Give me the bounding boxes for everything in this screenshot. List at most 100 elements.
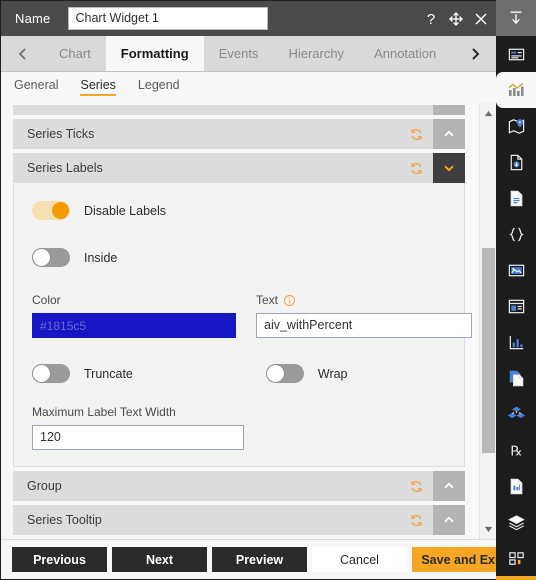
widget-properties-dialog: Name Chart Widget 1 ? Chart Formatting E… [0, 0, 536, 580]
max-label-width-label: Maximum Label Text Width [32, 405, 176, 419]
cubes-icon[interactable] [496, 396, 536, 432]
text-label-row: Text [256, 293, 472, 307]
disable-labels-toggle[interactable] [32, 201, 70, 220]
series-labels-body: Disable Labels Inside Color #1815c5 Text… [13, 183, 472, 467]
layers-icon[interactable] [496, 504, 536, 540]
truncate-wrap-row: Truncate Wrap [32, 364, 446, 383]
close-icon[interactable] [473, 11, 489, 27]
map-icon[interactable] [496, 108, 536, 144]
color-field-group: Color #1815c5 [32, 293, 236, 338]
subtab-general[interactable]: General [14, 78, 58, 95]
section-series-ticks[interactable]: Series Ticks [13, 119, 465, 149]
report-document-icon[interactable] [496, 468, 536, 504]
refresh-icon[interactable] [399, 153, 433, 183]
section-toggle-partial[interactable] [433, 105, 465, 115]
refresh-icon[interactable] [399, 505, 433, 535]
scrollbar-thumb[interactable] [481, 248, 495, 453]
widget-panel-icon[interactable] [496, 36, 536, 72]
rail-item-list: ℞ [496, 36, 536, 576]
inside-label: Inside [84, 250, 118, 265]
prescription-rx-icon[interactable]: ℞ [496, 432, 536, 468]
section-collapse-toggle[interactable] [433, 119, 465, 149]
settings-scroll-body: Series Ticks Series Labels Disable Label… [1, 103, 496, 539]
section-group[interactable]: Group [13, 471, 465, 501]
copy-document-icon[interactable] [496, 360, 536, 396]
subtab-series[interactable]: Series [80, 78, 117, 96]
section-title: Group [27, 479, 62, 493]
dialog-titlebar: Name Chart Widget 1 ? [1, 1, 496, 36]
section-series-tooltip[interactable]: Series Tooltip [13, 505, 465, 535]
cancel-button[interactable]: Cancel [312, 547, 407, 572]
section-series-labels[interactable]: Series Labels [13, 153, 465, 183]
subtab-legend[interactable]: Legend [138, 78, 180, 95]
scrollbar-track[interactable] [481, 120, 496, 522]
wrap-toggle-group: Wrap [265, 364, 348, 383]
document-icon[interactable] [496, 180, 536, 216]
color-picker-input[interactable]: #1815c5 [32, 313, 236, 338]
truncate-label: Truncate [84, 366, 133, 381]
name-label: Name [15, 11, 51, 26]
collapse-panel-icon[interactable] [496, 0, 536, 36]
scroll-down-arrow-icon[interactable] [481, 522, 496, 536]
dialog-panel: Name Chart Widget 1 ? Chart Formatting E… [0, 0, 512, 580]
section-collapse-toggle[interactable] [433, 153, 465, 183]
document-download-icon[interactable] [496, 144, 536, 180]
info-icon[interactable] [283, 294, 296, 307]
svg-text:℞: ℞ [510, 443, 522, 458]
previous-button[interactable]: Previous [12, 547, 107, 572]
wrap-label: Wrap [317, 366, 348, 381]
widget-name-input[interactable]: Chart Widget 1 [68, 7, 269, 30]
tabs-prev-button[interactable] [1, 36, 44, 71]
text-label: Text [256, 293, 279, 307]
tab-events[interactable]: Events [203, 36, 274, 71]
vertical-scrollbar[interactable] [479, 103, 496, 539]
inside-toggle-group: Inside [32, 248, 117, 267]
section-header-partial[interactable] [13, 105, 465, 115]
refresh-icon[interactable] [399, 119, 433, 149]
section-title: Series Ticks [27, 127, 95, 141]
disable-labels-row: Disable Labels [32, 201, 446, 220]
truncate-toggle-group: Truncate [32, 364, 133, 383]
section-collapse-toggle[interactable] [433, 471, 465, 501]
titlebar-actions: ? [423, 1, 489, 36]
color-label: Color [32, 293, 61, 307]
wrap-toggle[interactable] [265, 364, 304, 383]
inside-toggle[interactable] [32, 248, 70, 267]
disable-labels-toggle-group: Disable Labels [32, 201, 166, 220]
scroll-up-arrow-icon[interactable] [481, 106, 496, 120]
tab-annotation[interactable]: Annotation [359, 36, 452, 71]
max-label-width-group: Maximum Label Text Width 120 [32, 405, 446, 450]
tab-formatting[interactable]: Formatting [105, 36, 204, 71]
next-button[interactable]: Next [112, 547, 207, 572]
right-toolbar-rail: ℞ [496, 0, 536, 580]
truncate-toggle[interactable] [32, 364, 70, 383]
grid-blocks-icon[interactable] [496, 540, 536, 576]
code-braces-icon[interactable] [496, 216, 536, 252]
bar-chart-icon[interactable] [496, 324, 536, 360]
preview-button[interactable]: Preview [212, 547, 307, 572]
download-icon[interactable] [496, 576, 536, 580]
text-field-group: Text aiv_withPercent [256, 293, 472, 338]
form-widget-icon[interactable] [496, 288, 536, 324]
move-icon[interactable] [448, 11, 464, 27]
settings-panel: Series Ticks Series Labels Disable Label… [1, 103, 479, 539]
dialog-footer: Previous Next Preview Cancel Save and Ex… [1, 539, 512, 579]
color-and-text-fields: Color #1815c5 Text aiv_withPercent [32, 293, 472, 338]
tab-chart[interactable]: Chart [44, 36, 106, 71]
section-title: Series Tooltip [27, 513, 102, 527]
disable-labels-label: Disable Labels [84, 203, 166, 218]
image-icon[interactable] [496, 252, 536, 288]
formatting-subtabs: General Series Legend [1, 72, 496, 103]
question-mark-icon[interactable]: ? [423, 11, 439, 27]
tab-hierarchy[interactable]: Hierarchy [273, 36, 360, 71]
section-collapse-toggle[interactable] [433, 505, 465, 535]
inside-row: Inside [32, 248, 446, 267]
main-tabstrip: Chart Formatting Events Hierarchy Annota… [1, 36, 496, 72]
text-input[interactable]: aiv_withPercent [256, 313, 472, 338]
svg-text:?: ? [427, 11, 435, 27]
max-label-width-input[interactable]: 120 [32, 425, 244, 450]
chart-icon[interactable] [496, 72, 536, 108]
section-title: Series Labels [27, 161, 103, 175]
tabs-next-button[interactable] [453, 36, 496, 71]
refresh-icon[interactable] [399, 471, 433, 501]
